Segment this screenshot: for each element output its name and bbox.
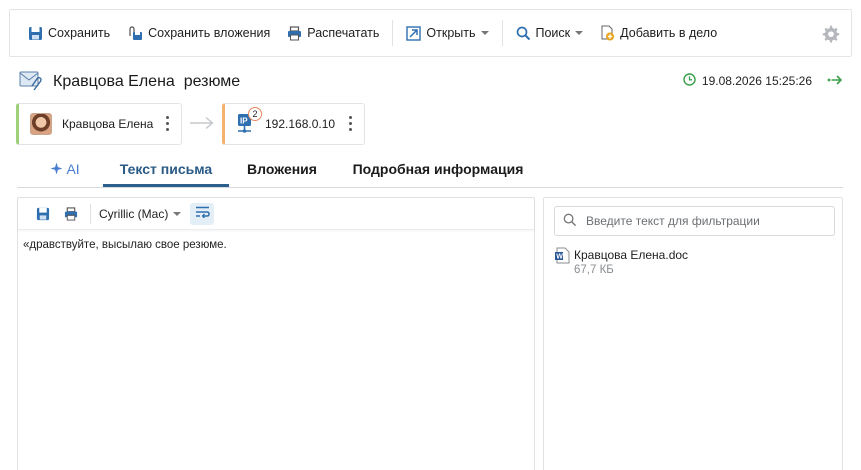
ip-address-chip[interactable]: IP 2 192.168.0.10 — [222, 103, 365, 145]
ip-count-badge: 2 — [248, 107, 262, 121]
tab-message-text-label: Текст письма — [119, 161, 213, 177]
toolbar-divider — [392, 20, 394, 46]
attachments-icon — [127, 25, 143, 41]
clock-icon — [683, 73, 696, 89]
toolbar-divider — [90, 203, 91, 224]
print-body-icon[interactable] — [60, 203, 82, 225]
chevron-down-icon — [480, 31, 489, 35]
search-dropdown-button[interactable]: Поиск — [510, 19, 590, 47]
tab-attachments-label: Вложения — [247, 161, 317, 177]
toolbar-divider — [501, 20, 503, 46]
save-icon — [28, 26, 43, 41]
word-wrap-icon — [195, 206, 210, 221]
add-to-case-label: Добавить в дело — [620, 26, 718, 40]
attachment-name: Кравцова Елена.doc — [574, 248, 689, 262]
tab-ai-label: AI — [66, 161, 80, 177]
save-attachments-label: Сохранить вложения — [148, 26, 271, 40]
word-wrap-toggle[interactable] — [190, 202, 215, 225]
ip-menu-icon[interactable] — [349, 116, 352, 131]
search-icon — [516, 26, 531, 41]
arrow-right-icon — [189, 116, 215, 133]
sparkle-icon — [50, 161, 66, 177]
chevron-down-icon — [575, 31, 584, 35]
email-attachment-icon — [19, 70, 43, 95]
message-body-toolbar: Cyrillic (Mac) — [18, 198, 534, 230]
filter-input[interactable] — [586, 214, 816, 228]
printer-icon — [287, 25, 302, 41]
message-header: Кравцова Елена резюме — [19, 70, 240, 94]
tab-details[interactable]: Подробная информация — [347, 154, 529, 187]
open-external-icon — [406, 25, 422, 41]
word-document-icon: W — [554, 247, 570, 276]
attachments-panel: W Кравцова Елена.doc 67,7 КБ — [543, 197, 843, 470]
tab-attachments[interactable]: Вложения — [239, 154, 325, 187]
ip-icon-text: IP — [240, 117, 248, 126]
save-body-icon[interactable] — [32, 203, 54, 225]
print-button[interactable]: Распечатать — [281, 19, 385, 47]
sender-menu-icon[interactable] — [166, 116, 169, 131]
sender-chip[interactable]: Кравцова Елена — [16, 103, 182, 145]
main-toolbar: Сохранить Сохранить вложения Распечатать… — [9, 9, 852, 57]
attachment-item[interactable]: W Кравцова Елена.doc 67,7 КБ — [554, 247, 688, 276]
sender-name: Кравцова Елена — [62, 117, 154, 131]
open-label: Открыть — [426, 26, 476, 40]
next-message-icon[interactable] — [827, 74, 843, 89]
save-button[interactable]: Сохранить — [22, 19, 116, 47]
message-datetime: 19.08.2026 15:25:26 — [701, 74, 812, 88]
search-label: Поиск — [535, 26, 571, 40]
svg-text:W: W — [556, 254, 563, 261]
attachment-size: 67,7 КБ — [574, 264, 614, 276]
print-label: Распечатать — [307, 26, 380, 40]
settings-gear-icon[interactable] — [821, 24, 840, 46]
search-icon — [563, 213, 577, 230]
tab-message-text[interactable]: Текст письма — [103, 154, 229, 187]
network-ip-icon: IP 2 — [237, 107, 262, 135]
ip-address: 192.168.0.10 — [265, 117, 336, 131]
tab-details-label: Подробная информация — [352, 161, 524, 177]
encoding-value: Cyrillic (Mac) — [99, 206, 169, 221]
message-body-panel: Cyrillic (Mac) «дравствуйте, высылаю сво… — [17, 197, 535, 470]
attachments-filter[interactable] — [554, 206, 835, 236]
save-label: Сохранить — [48, 26, 111, 40]
open-dropdown-button[interactable]: Открыть — [400, 19, 494, 47]
message-body-text[interactable]: «дравствуйте, высылаю свое резюме. — [23, 239, 227, 251]
add-to-case-button[interactable]: Добавить в дело — [594, 19, 723, 47]
tab-ai[interactable]: AI — [31, 154, 99, 187]
message-date: 19.08.2026 15:25:26 — [683, 73, 843, 89]
add-document-icon — [600, 25, 615, 41]
encoding-select[interactable]: Cyrillic (Mac) — [99, 206, 182, 221]
save-attachments-button[interactable]: Сохранить вложения — [121, 19, 276, 47]
chevron-down-icon — [173, 211, 182, 216]
message-tabs: AI Текст письма Вложения Подробная инфор… — [17, 154, 843, 188]
message-subject: Кравцова Елена резюме — [53, 73, 241, 90]
avatar — [30, 113, 52, 135]
